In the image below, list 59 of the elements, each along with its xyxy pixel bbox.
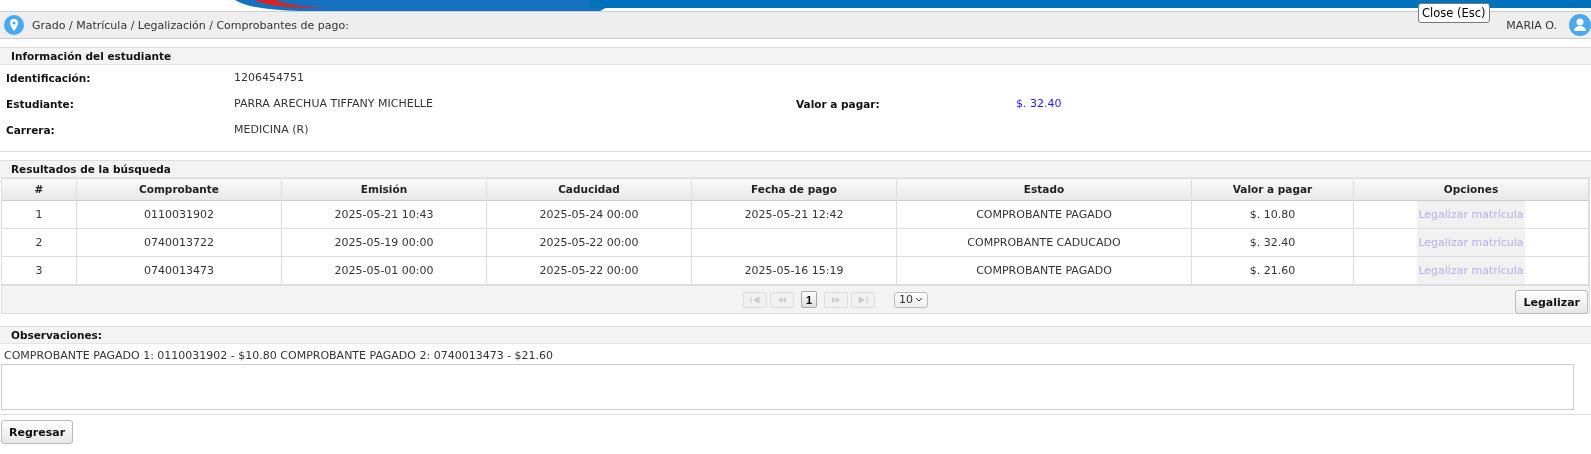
- table-cell: 2025-05-21 10:43: [282, 201, 487, 229]
- back-button[interactable]: Regresar: [1, 420, 74, 444]
- table-cell: 0740013473: [77, 257, 282, 285]
- field-label: Carrera:: [6, 123, 56, 138]
- table-cell: 2025-05-21 12:42: [692, 201, 897, 229]
- legalize-button[interactable]: Legalizar: [1515, 290, 1588, 314]
- table-cell: 2025-05-24 00:00: [487, 201, 692, 229]
- page-number-button[interactable]: 1: [801, 291, 817, 308]
- table-cell: 2025-05-16 15:19: [692, 257, 897, 285]
- table-cell: 2025-05-22 00:00: [487, 229, 692, 257]
- user-avatar-icon[interactable]: [1569, 14, 1591, 36]
- breadcrumb: Grado / Matrícula / Legalización / Comprobantes de pago:: [32, 18, 349, 32]
- next-arrow-icon: [831, 295, 841, 304]
- tooltip: Close (Esc): [1418, 3, 1490, 23]
- last-page-button[interactable]: [851, 291, 875, 308]
- first-arrow-icon: [750, 295, 760, 304]
- page-size-select[interactable]: 10: [894, 291, 928, 308]
- table-cell: 2: [2, 229, 77, 257]
- field-value: $. 32.40: [1016, 96, 1063, 112]
- section-header: Observaciones:: [0, 326, 1591, 344]
- table-cell: $. 32.40: [1192, 229, 1354, 257]
- table-cell: 1: [2, 201, 77, 229]
- first-page-button[interactable]: [743, 291, 767, 308]
- column-header[interactable]: Comprobante: [77, 179, 282, 201]
- field-value: 1206454751: [234, 70, 305, 86]
- field-value: MEDICINA (R): [234, 122, 310, 138]
- table-cell: 2025-05-01 00:00: [282, 257, 487, 285]
- field-label: Valor a pagar:: [796, 97, 881, 112]
- prev-arrow-icon: [777, 295, 787, 304]
- column-header[interactable]: Emisión: [282, 179, 487, 201]
- table-cell: 2025-05-19 00:00: [282, 229, 487, 257]
- table-cell: 3: [2, 257, 77, 285]
- last-arrow-icon: [858, 295, 868, 304]
- column-header[interactable]: #: [2, 179, 77, 201]
- table-cell: COMPROBANTE PAGADO: [897, 201, 1192, 229]
- column-header[interactable]: Valor a pagar: [1192, 179, 1354, 201]
- table-cell: 0740013722: [77, 229, 282, 257]
- table-cell: COMPROBANTE CADUCADO: [897, 229, 1192, 257]
- column-header[interactable]: Fecha de pago: [692, 179, 897, 201]
- table-cell: $. 21.60: [1192, 257, 1354, 285]
- column-header[interactable]: Caducidad: [487, 179, 692, 201]
- observations-text: COMPROBANTE PAGADO 1: 0110031902 - $10.80 COMPROBANTE PAGADO 2: 0740013473 - $21.60: [3, 348, 555, 364]
- location-pin-icon: [4, 15, 24, 35]
- user-name: MARIA O.: [1506, 18, 1557, 32]
- table-cell: 2025-05-22 00:00: [487, 257, 692, 285]
- table-cell: 0110031902: [77, 201, 282, 229]
- table-cell: COMPROBANTE PAGADO: [897, 257, 1192, 285]
- caret-icon: [915, 297, 923, 302]
- column-header[interactable]: Estado: [897, 179, 1192, 201]
- previous-page-button[interactable]: [770, 291, 794, 308]
- field-label: Estudiante:: [6, 97, 75, 112]
- field-label: Identificación:: [6, 71, 92, 86]
- table-cell: $. 10.80: [1192, 201, 1354, 229]
- field-value: PARRA ARECHUA TIFFANY MICHELLE: [234, 96, 434, 112]
- section-header: Información del estudiante: [0, 47, 1591, 65]
- section-header: Resultados de la búsqueda: [0, 160, 1591, 178]
- next-page-button[interactable]: [824, 291, 848, 308]
- observations-field[interactable]: [1, 364, 1574, 410]
- column-header[interactable]: Opciones: [1354, 179, 1589, 201]
